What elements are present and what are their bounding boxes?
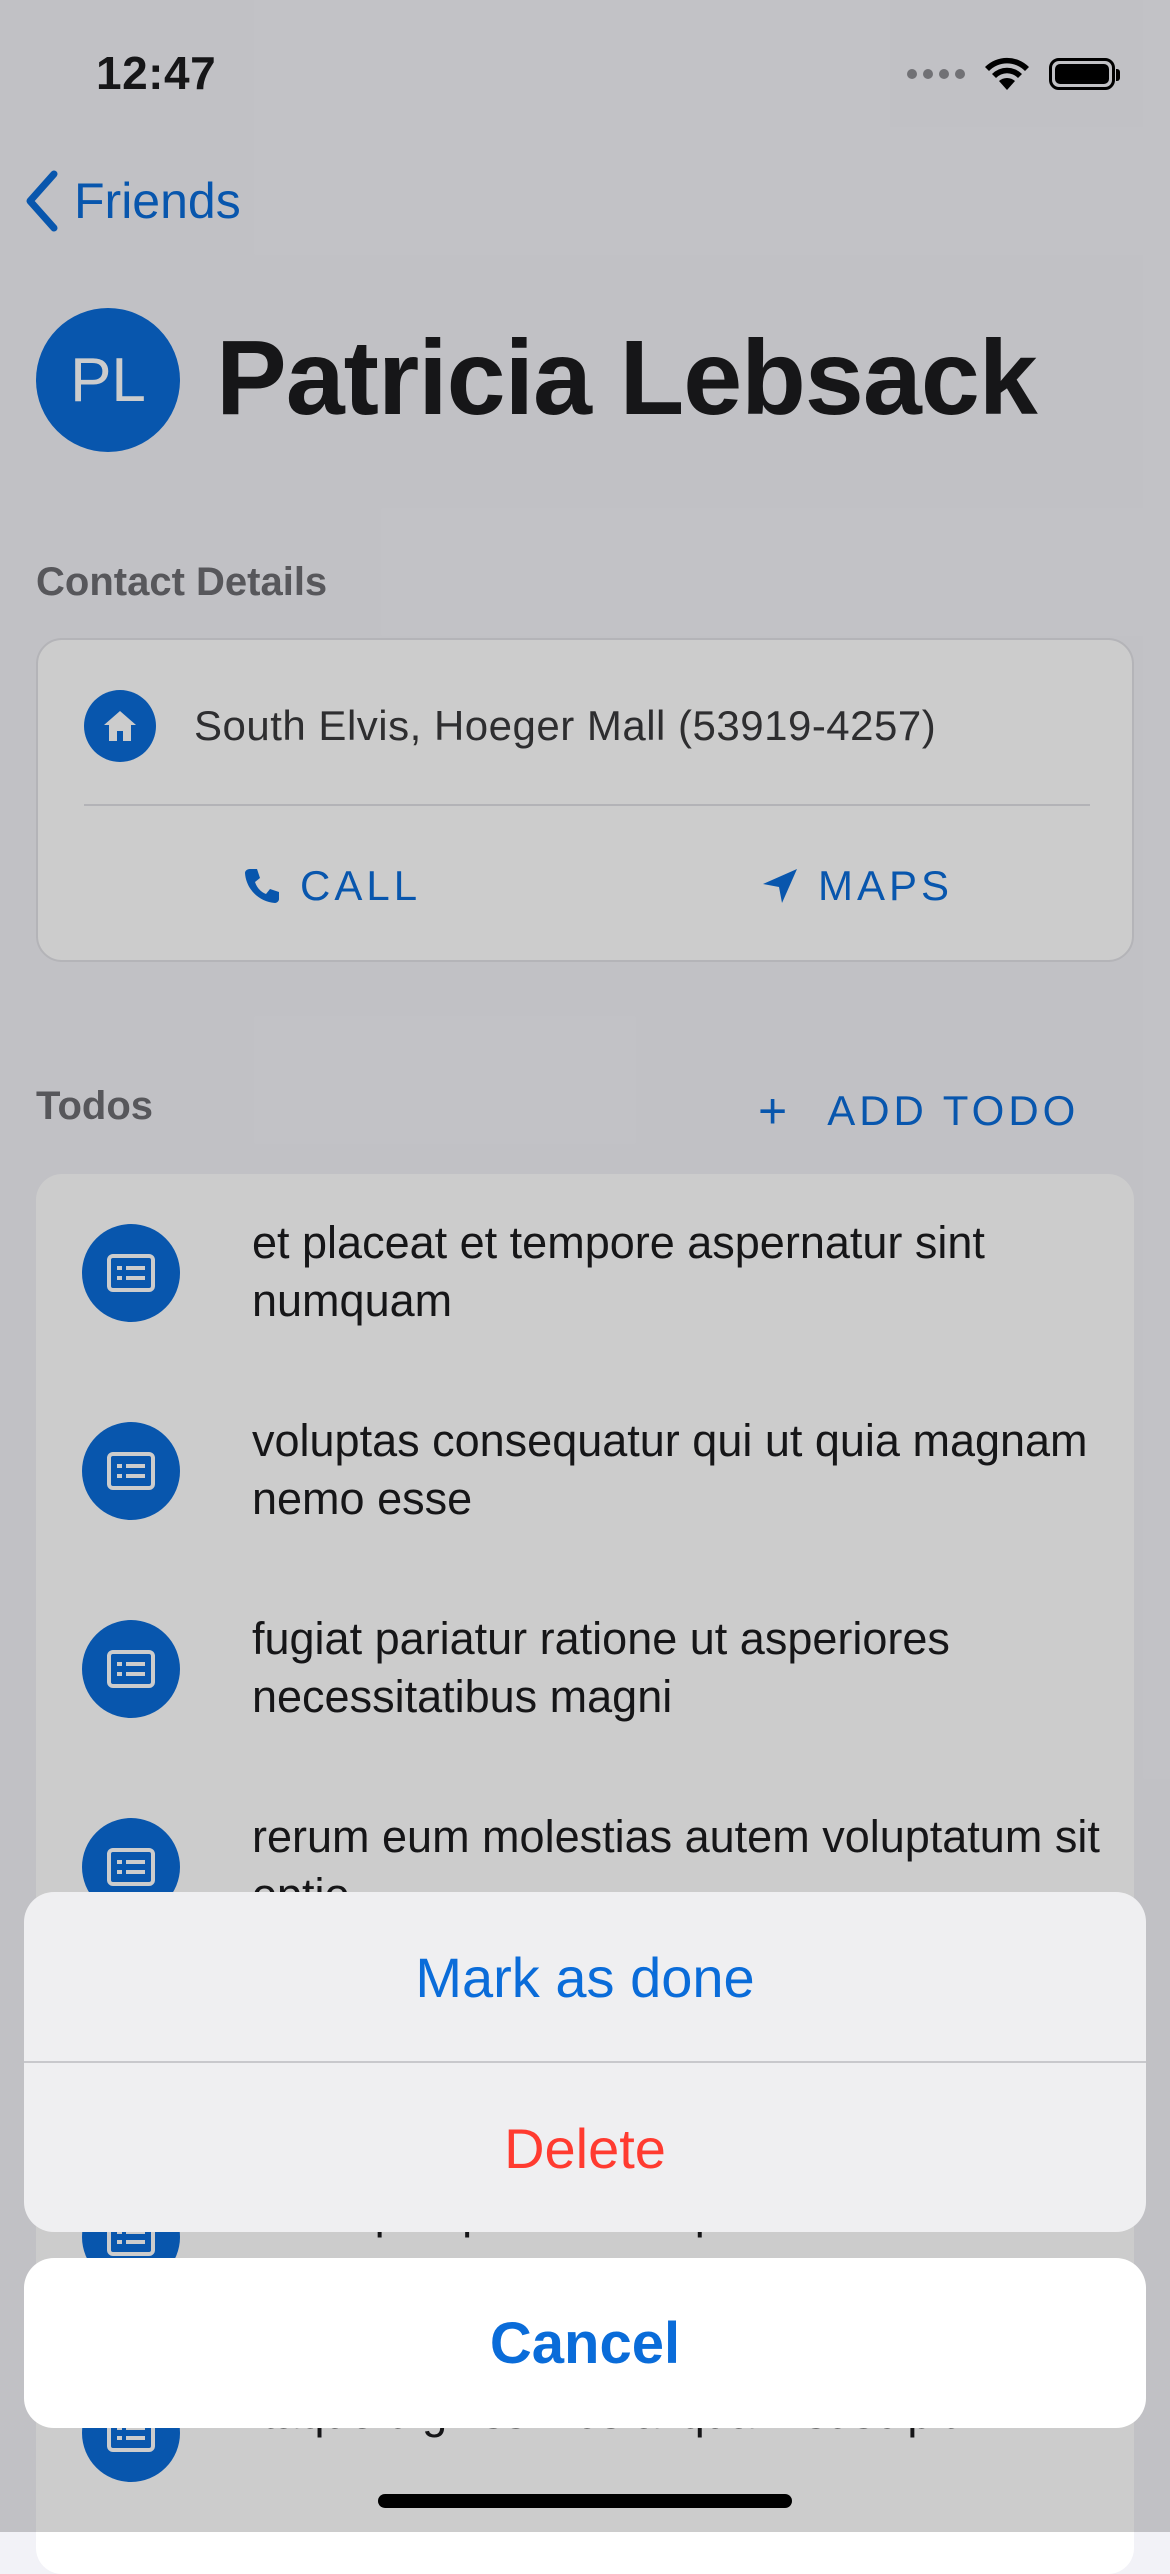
action-sheet: Mark as done Delete [24,1892,1146,2232]
cancel-button[interactable]: Cancel [24,2258,1146,2428]
home-indicator [378,2494,792,2508]
delete-button[interactable]: Delete [24,2063,1146,2232]
mark-as-done-button[interactable]: Mark as done [24,1892,1146,2062]
